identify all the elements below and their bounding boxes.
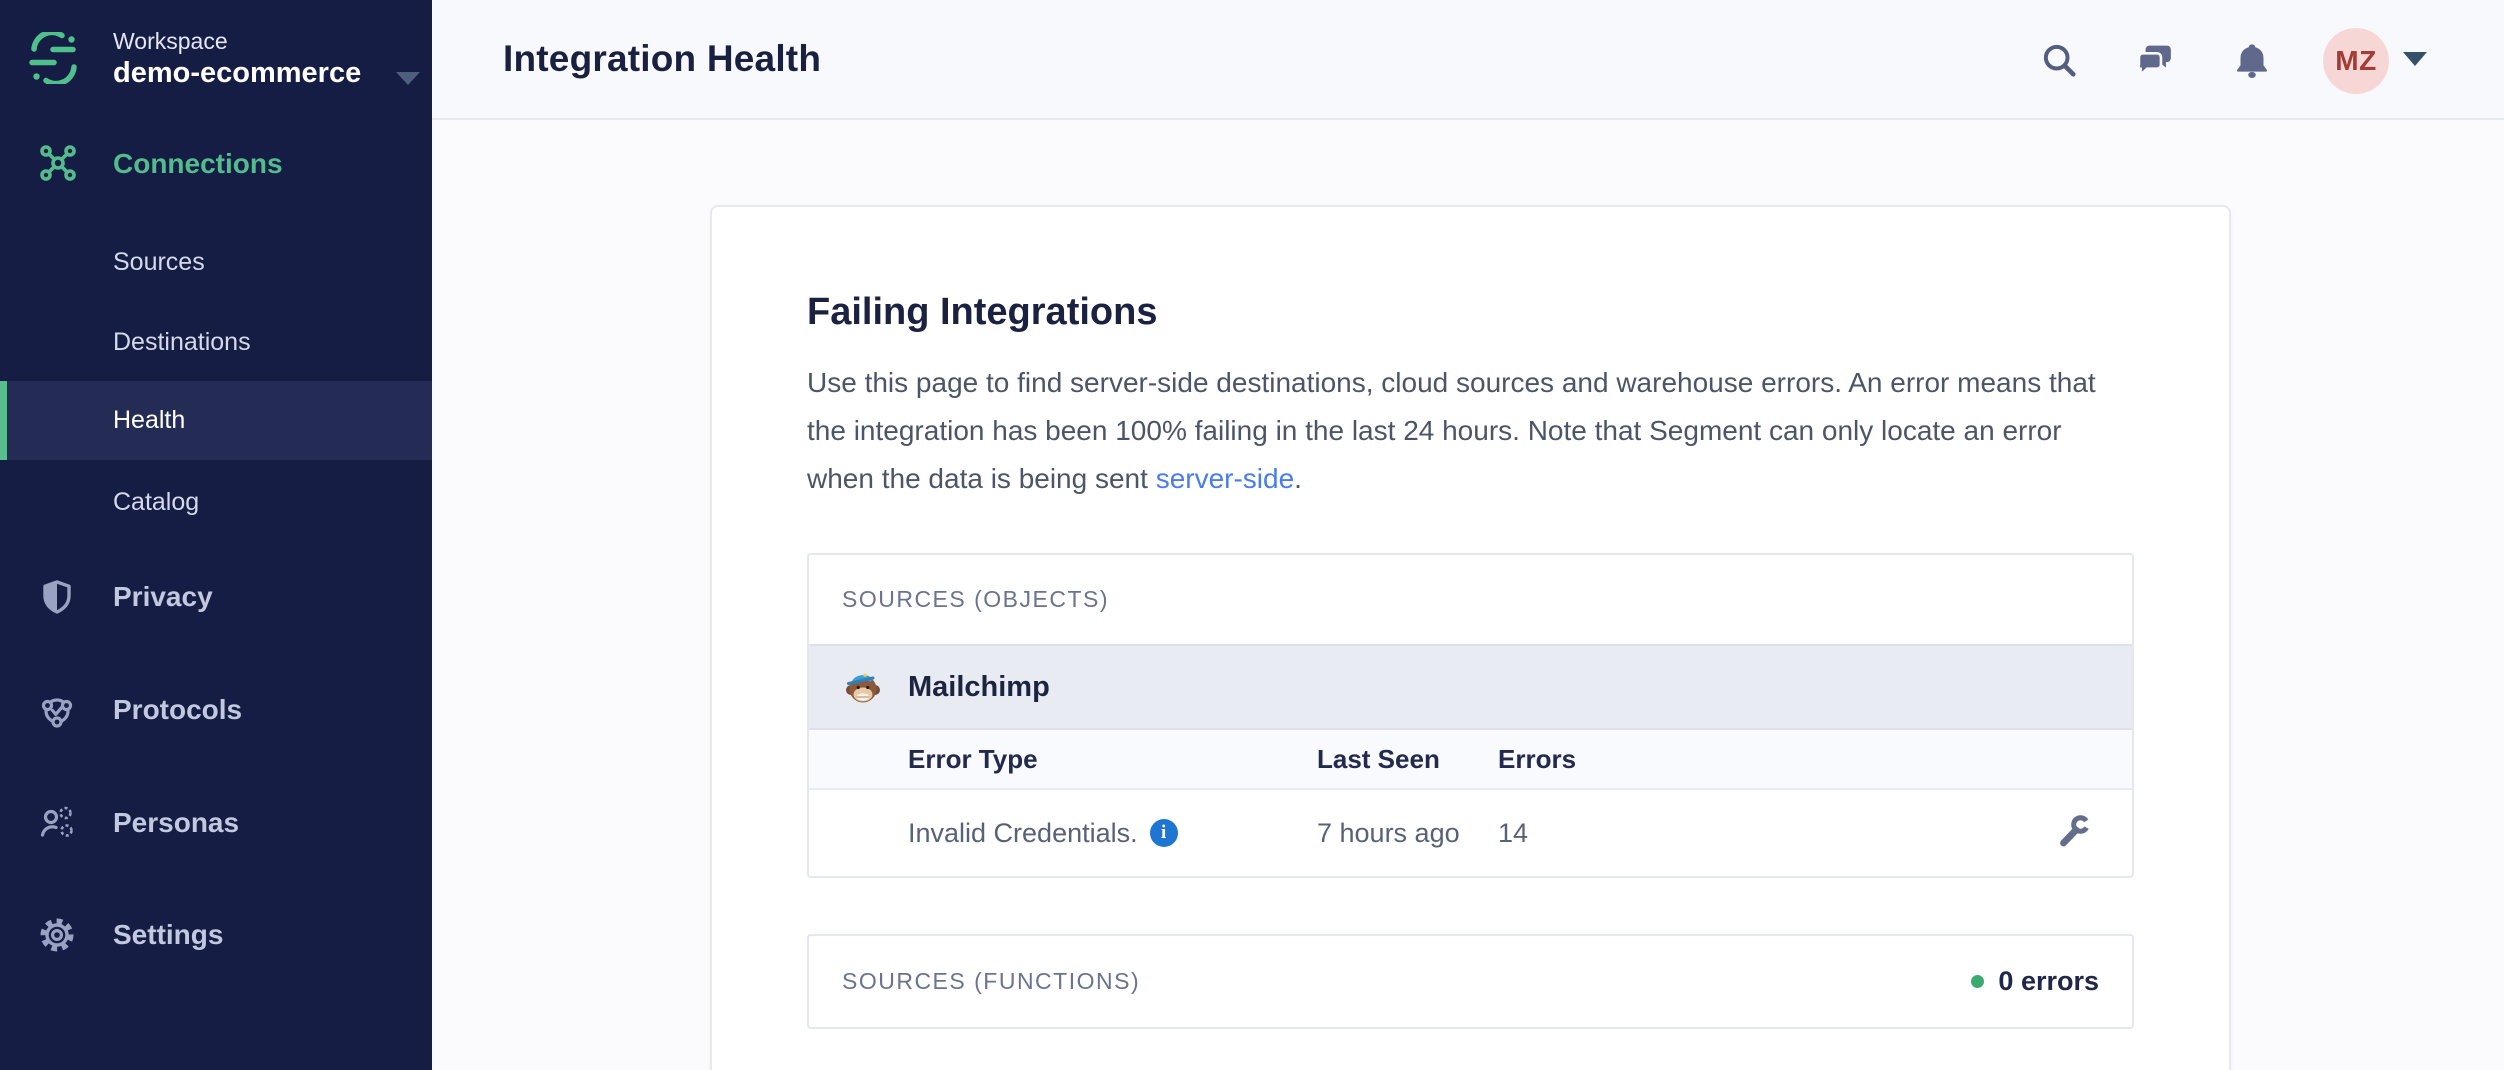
notifications-button[interactable] [2228,37,2276,85]
sidebar-item-label: Sources [113,248,205,277]
segment-logo-icon [28,32,80,84]
status-ok-dot-icon [1971,975,1984,988]
page-title: Integration Health [503,0,821,118]
last-seen-value: 7 hours ago [1317,818,1498,849]
info-glyph: i [1161,822,1166,844]
sources-objects-table: SOURCES (OBJECTS) Mailchimp [807,553,2134,878]
column-error-type: Error Type [908,744,1317,775]
mailchimp-logo-icon [842,666,884,708]
info-circle-icon[interactable]: i [1150,819,1178,847]
card-heading: Failing Integrations [807,289,2134,335]
sources-objects-label: SOURCES (OBJECTS) [842,586,1109,613]
sidebar-item-label: Privacy [113,581,213,613]
sidebar-item-health[interactable]: Health [0,381,432,460]
avatar[interactable]: MZ [2323,28,2389,94]
person-gear-icon [38,804,76,842]
error-row: Invalid Credentials. i 7 hours ago 14 [809,790,2132,876]
sidebar-item-label: Personas [113,807,239,839]
sidebar-item-protocols[interactable]: Protocols [0,670,432,750]
gear-icon [38,916,76,954]
description-period: . [1294,463,1302,494]
workspace-name: demo-ecommerce [113,56,361,90]
workspace-chevron-down-icon[interactable] [396,72,420,85]
functions-errors-count: 0 errors [1998,966,2099,997]
sidebar-item-label: Connections [113,148,283,180]
source-name: Mailchimp [908,671,1050,704]
wrench-icon [2055,814,2093,852]
bell-icon [2231,40,2273,82]
sidebar-item-label: Protocols [113,694,242,726]
sidebar-item-label: Destinations [113,328,251,357]
chat-button[interactable] [2132,37,2180,85]
avatar-initials: MZ [2335,45,2376,77]
sources-functions-label: SOURCES (FUNCTIONS) [842,968,1140,995]
table-column-headers: Error Type Last Seen Errors [809,730,2132,790]
magnifier-icon [2039,40,2081,82]
card-description: Use this page to find server-side destin… [807,359,2134,503]
network-nodes-icon [38,144,78,184]
server-side-link[interactable]: server-side [1156,463,1294,494]
description-text: Use this page to find server-side destin… [807,367,2096,494]
top-bar: Integration Health MZ [432,0,2504,120]
sources-functions-box[interactable]: SOURCES (FUNCTIONS) 0 errors [807,934,2134,1029]
sidebar-item-sources[interactable]: Sources [0,222,432,302]
sidebar-item-settings[interactable]: Settings [0,895,432,975]
error-type-value: Invalid Credentials. [908,818,1138,849]
workspace-switcher[interactable]: Workspace demo-ecommerce [28,22,408,94]
main-content: Failing Integrations Use this page to fi… [432,122,2504,1070]
search-button[interactable] [2036,37,2084,85]
active-indicator-bar [0,381,7,460]
source-row-mailchimp[interactable]: Mailchimp [809,644,2132,730]
nodes-check-icon [38,691,76,729]
table-section-header: SOURCES (OBJECTS) [809,555,2132,644]
user-menu-chevron-down-icon[interactable] [2403,52,2427,66]
column-last-seen: Last Seen [1317,744,1498,775]
sidebar: Workspace demo-ecommerce Connections Sou… [0,0,432,1070]
sidebar-item-privacy[interactable]: Privacy [0,557,432,637]
sidebar-item-personas[interactable]: Personas [0,783,432,863]
shield-icon [38,578,76,616]
sidebar-item-catalog[interactable]: Catalog [0,462,432,542]
failing-integrations-card: Failing Integrations Use this page to fi… [710,205,2231,1070]
sidebar-item-connections[interactable]: Connections [0,124,432,204]
errors-count-value: 14 [1498,818,2054,849]
speech-bubbles-icon [2134,40,2178,82]
workspace-label: Workspace [113,26,361,56]
sidebar-item-label: Health [113,406,185,435]
fix-error-button[interactable] [2054,813,2094,853]
sidebar-item-destinations[interactable]: Destinations [0,302,432,382]
sidebar-item-label: Catalog [113,488,199,517]
sidebar-item-label: Settings [113,919,223,951]
column-errors: Errors [1498,744,2132,775]
